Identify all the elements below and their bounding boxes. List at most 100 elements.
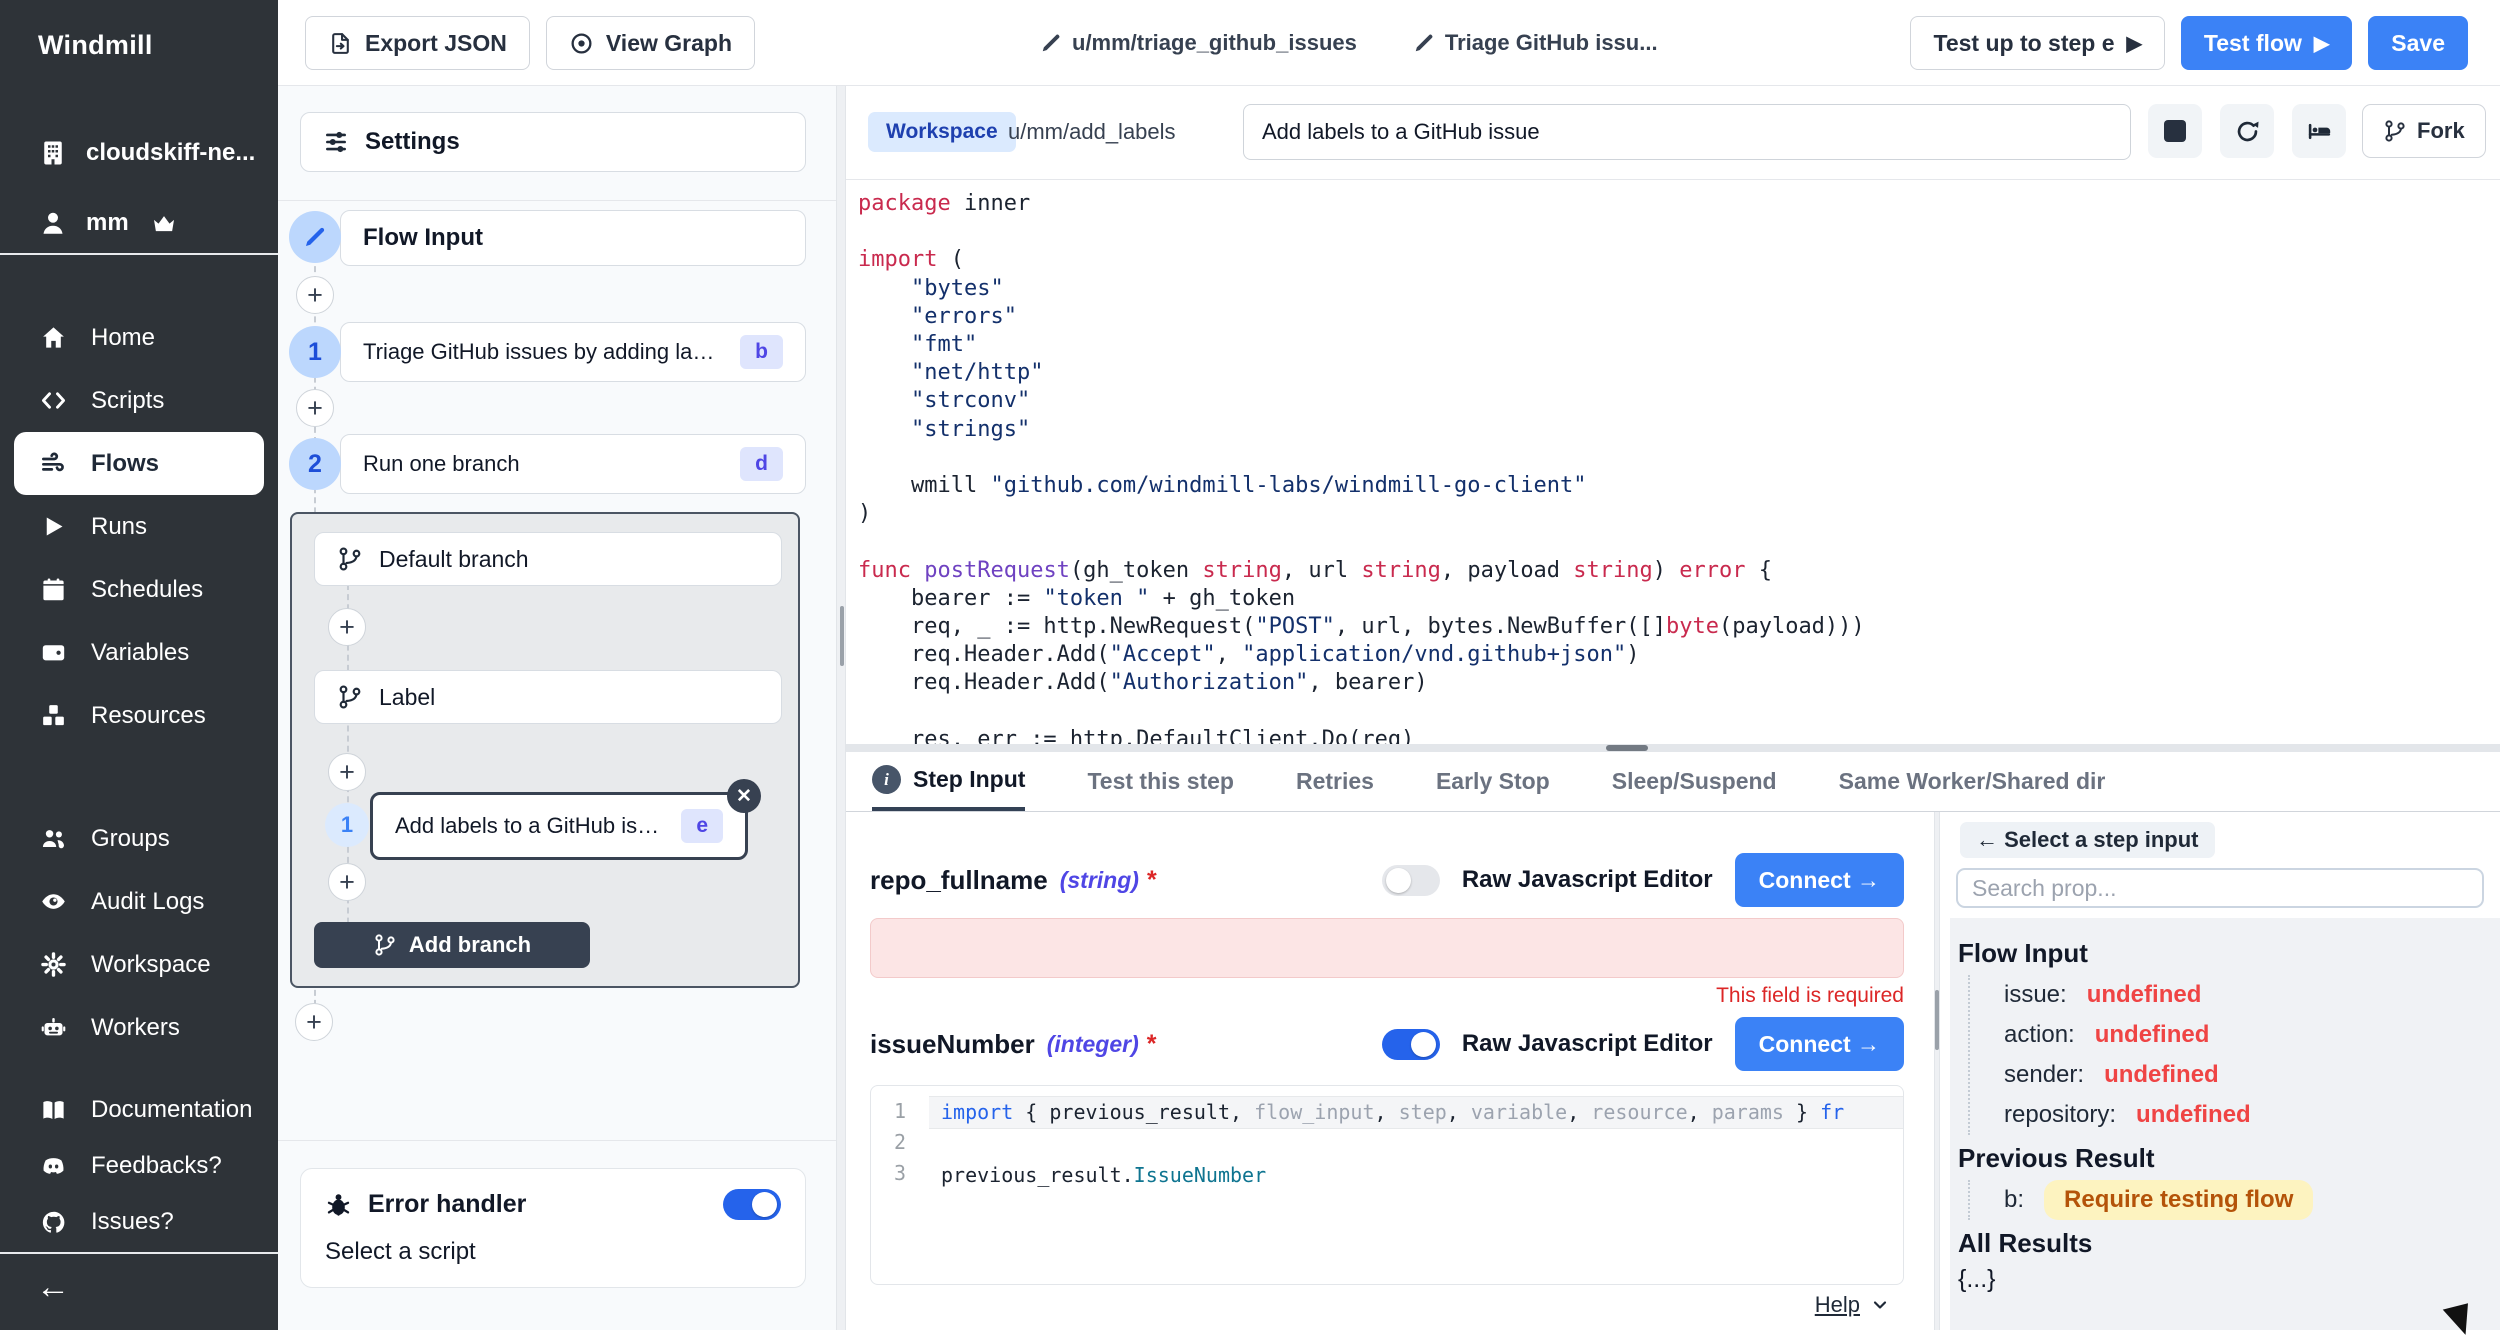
sleep-button[interactable]	[2292, 104, 2346, 158]
sidebar-item-scripts[interactable]: Scripts	[0, 369, 278, 432]
git-branch-icon	[337, 684, 363, 710]
prop-row-b[interactable]: b:Require testing flow	[2004, 1180, 2500, 1220]
code-horizontal-scrollbar[interactable]	[846, 744, 2500, 752]
remove-step-button[interactable]: ✕	[727, 779, 761, 813]
sidebar-item-issues[interactable]: Issues?	[0, 1194, 278, 1250]
pencil-icon	[1040, 32, 1062, 54]
workspace-switcher[interactable]: cloudskiff-ne...	[38, 138, 255, 168]
selected-step-card-e[interactable]: Add labels to a GitHub issue e ✕	[370, 792, 748, 860]
panel-splitter[interactable]	[836, 86, 846, 1330]
field-name: issueNumber	[870, 1029, 1035, 1060]
default-branch-card[interactable]: Default branch	[314, 532, 782, 586]
view-graph-button[interactable]: View Graph	[546, 16, 755, 70]
step-2-number: 2	[289, 438, 341, 490]
prop-row-issue[interactable]: issue:undefined	[2004, 975, 2500, 1015]
wind-icon	[40, 450, 67, 477]
add-step-button[interactable]: +	[328, 608, 366, 646]
editor-column: Workspace u/mm/add_labels Fork package i…	[846, 86, 2500, 1330]
add-step-button[interactable]: +	[295, 1003, 333, 1041]
export-json-button[interactable]: Export JSON	[305, 16, 530, 70]
test-up-to-step-button[interactable]: Test up to step e▶	[1910, 16, 2164, 70]
step-card-b[interactable]: Triage GitHub issues by adding labels ..…	[340, 322, 806, 382]
workspace-badge[interactable]: Workspace	[868, 112, 1016, 152]
tab-retries[interactable]: Retries	[1296, 752, 1374, 811]
sidebar-divider	[0, 253, 278, 255]
connect-button[interactable]: Connect →	[1735, 1017, 1904, 1071]
editor-toolbar: Workspace u/mm/add_labels Fork	[846, 86, 2500, 180]
error-handler-toggle[interactable]	[723, 1189, 781, 1220]
add-step-button[interactable]: +	[296, 276, 334, 314]
script-path: u/mm/add_labels	[1008, 112, 1176, 152]
step-id-badge: e	[681, 809, 723, 843]
flow-settings-card[interactable]: Settings	[300, 112, 806, 172]
tab-test-this-step[interactable]: Test this step	[1087, 752, 1234, 811]
highlighted-value: Require testing flow	[2044, 1180, 2313, 1220]
tab-sleep-suspend[interactable]: Sleep/Suspend	[1612, 752, 1777, 811]
sidebar-nav-admin: Groups Audit Logs Workspace Workers	[0, 807, 278, 1059]
code-icon	[40, 387, 67, 414]
prop-row-action[interactable]: action:undefined	[2004, 1015, 2500, 1055]
tab-step-input[interactable]: iStep Input	[872, 752, 1025, 811]
all-results-value[interactable]: {...}	[1958, 1265, 2500, 1294]
add-step-button[interactable]: +	[296, 389, 334, 427]
git-branch-icon	[2383, 119, 2407, 143]
splitter-handle[interactable]	[1935, 990, 1939, 1050]
step-input-helper-panel: ← Select a step input Flow Input issue:u…	[1940, 812, 2500, 1330]
prop-row-sender[interactable]: sender:undefined	[2004, 1055, 2500, 1095]
file-export-icon	[328, 31, 353, 56]
flow-input-card[interactable]: Flow Input	[340, 210, 806, 266]
sidebar-item-workers[interactable]: Workers	[0, 996, 278, 1059]
js-expression-editor[interactable]: 123 import { previous_result, flow_input…	[870, 1085, 1904, 1285]
tab-same-worker[interactable]: Same Worker/Shared dir	[1839, 752, 2106, 811]
step-summary-input[interactable]	[1243, 104, 2131, 160]
test-flow-button[interactable]: Test flow▶	[2181, 16, 2352, 70]
sidebar-item-home[interactable]: Home	[0, 306, 278, 369]
add-branch-button[interactable]: Add branch	[314, 922, 590, 968]
select-script-label[interactable]: Select a script	[325, 1238, 781, 1266]
code-editor[interactable]: package inner import ( "bytes" "errors" …	[846, 180, 2500, 744]
sidebar-item-variables[interactable]: Variables	[0, 621, 278, 684]
pencil-icon	[303, 225, 327, 249]
sidebar-item-audit-logs[interactable]: Audit Logs	[0, 870, 278, 933]
sidebar-item-feedbacks[interactable]: Feedbacks?	[0, 1138, 278, 1194]
connect-button[interactable]: Connect →	[1735, 853, 1904, 907]
field-type: (integer)	[1047, 1031, 1139, 1058]
sidebar-divider	[0, 1252, 278, 1254]
tab-early-stop[interactable]: Early Stop	[1436, 752, 1550, 811]
search-prop-input[interactable]	[1956, 868, 2484, 908]
field-error: This field is required	[1716, 984, 1904, 1008]
sidebar-item-schedules[interactable]: Schedules	[0, 558, 278, 621]
flow-input-node-icon[interactable]	[289, 211, 341, 263]
select-step-input-button[interactable]: ← Select a step input	[1960, 822, 2215, 858]
label-branch-card[interactable]: Label	[314, 670, 782, 724]
stop-button[interactable]	[2148, 104, 2202, 158]
scrollbar-thumb[interactable]	[1606, 745, 1648, 751]
step-card-d[interactable]: Run one branch d	[340, 434, 806, 494]
required-mark: *	[1147, 866, 1157, 895]
help-link[interactable]: Help	[1815, 1292, 1890, 1318]
sidebar-item-workspace[interactable]: Workspace	[0, 933, 278, 996]
repo-fullname-input[interactable]	[870, 918, 1904, 978]
sidebar-item-runs[interactable]: Runs	[0, 495, 278, 558]
app-logo: Windmill	[38, 30, 153, 61]
flow-title-crumb[interactable]: Triage GitHub issu...	[1413, 30, 1658, 56]
collapse-sidebar-button[interactable]: ←	[36, 1268, 70, 1307]
topbar: Export JSON View Graph u/mm/triage_githu…	[278, 0, 2500, 86]
error-handler-card[interactable]: Error handler Select a script	[300, 1168, 806, 1288]
sidebar-item-flows[interactable]: Flows	[14, 432, 264, 495]
save-button[interactable]: Save	[2368, 16, 2468, 70]
play-glyph: ▶	[2127, 31, 2142, 56]
fork-button[interactable]: Fork	[2362, 104, 2486, 158]
sidebar-item-groups[interactable]: Groups	[0, 807, 278, 870]
user-menu[interactable]: mm	[38, 208, 179, 238]
reload-button[interactable]	[2220, 104, 2274, 158]
sidebar-item-documentation[interactable]: Documentation	[0, 1082, 278, 1138]
raw-js-toggle[interactable]	[1382, 1029, 1440, 1060]
raw-js-toggle[interactable]	[1382, 865, 1440, 896]
add-step-button[interactable]: +	[328, 753, 366, 791]
flow-path-crumb[interactable]: u/mm/triage_github_issues	[1040, 30, 1357, 56]
prop-row-repository[interactable]: repository:undefined	[2004, 1095, 2500, 1135]
add-step-button[interactable]: +	[328, 863, 366, 901]
sidebar-item-resources[interactable]: Resources	[0, 684, 278, 747]
splitter-handle[interactable]	[840, 606, 844, 666]
